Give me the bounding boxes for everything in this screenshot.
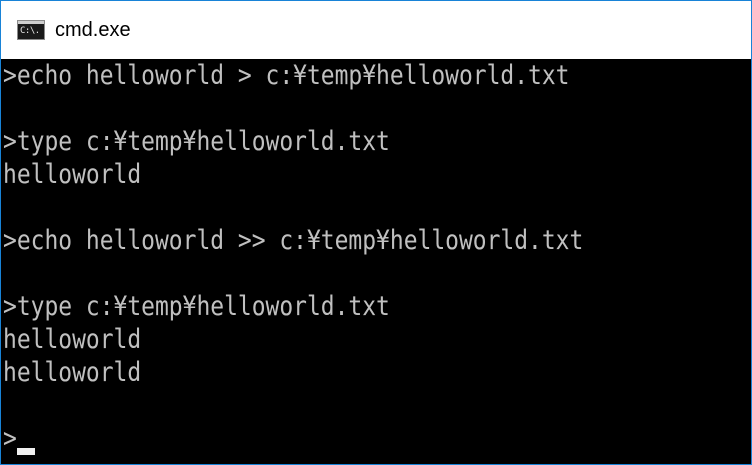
console-line: >echo helloworld >> c:¥temp¥helloworld.t… (3, 225, 584, 256)
console-line: helloworld (3, 357, 142, 388)
app-icon-glyph: C:\. (20, 26, 40, 36)
title-bar[interactable]: C:\. cmd.exe (1, 1, 751, 59)
console-line: >type c:¥temp¥helloworld.txt (3, 291, 390, 322)
console-line: helloworld (3, 324, 142, 355)
command-prompt-line: > (3, 423, 17, 454)
console-line: >type c:¥temp¥helloworld.txt (3, 126, 390, 157)
console-line: >echo helloworld > c:¥temp¥helloworld.tx… (3, 60, 570, 91)
console-output[interactable]: >echo helloworld > c:¥temp¥helloworld.tx… (1, 59, 751, 464)
console-line: helloworld (3, 159, 142, 190)
window-title: cmd.exe (55, 18, 131, 41)
text-cursor (17, 448, 35, 455)
cmd-window: C:\. cmd.exe >echo helloworld > c:¥temp¥… (0, 0, 752, 465)
cmd-console-icon[interactable]: C:\. (17, 20, 45, 40)
